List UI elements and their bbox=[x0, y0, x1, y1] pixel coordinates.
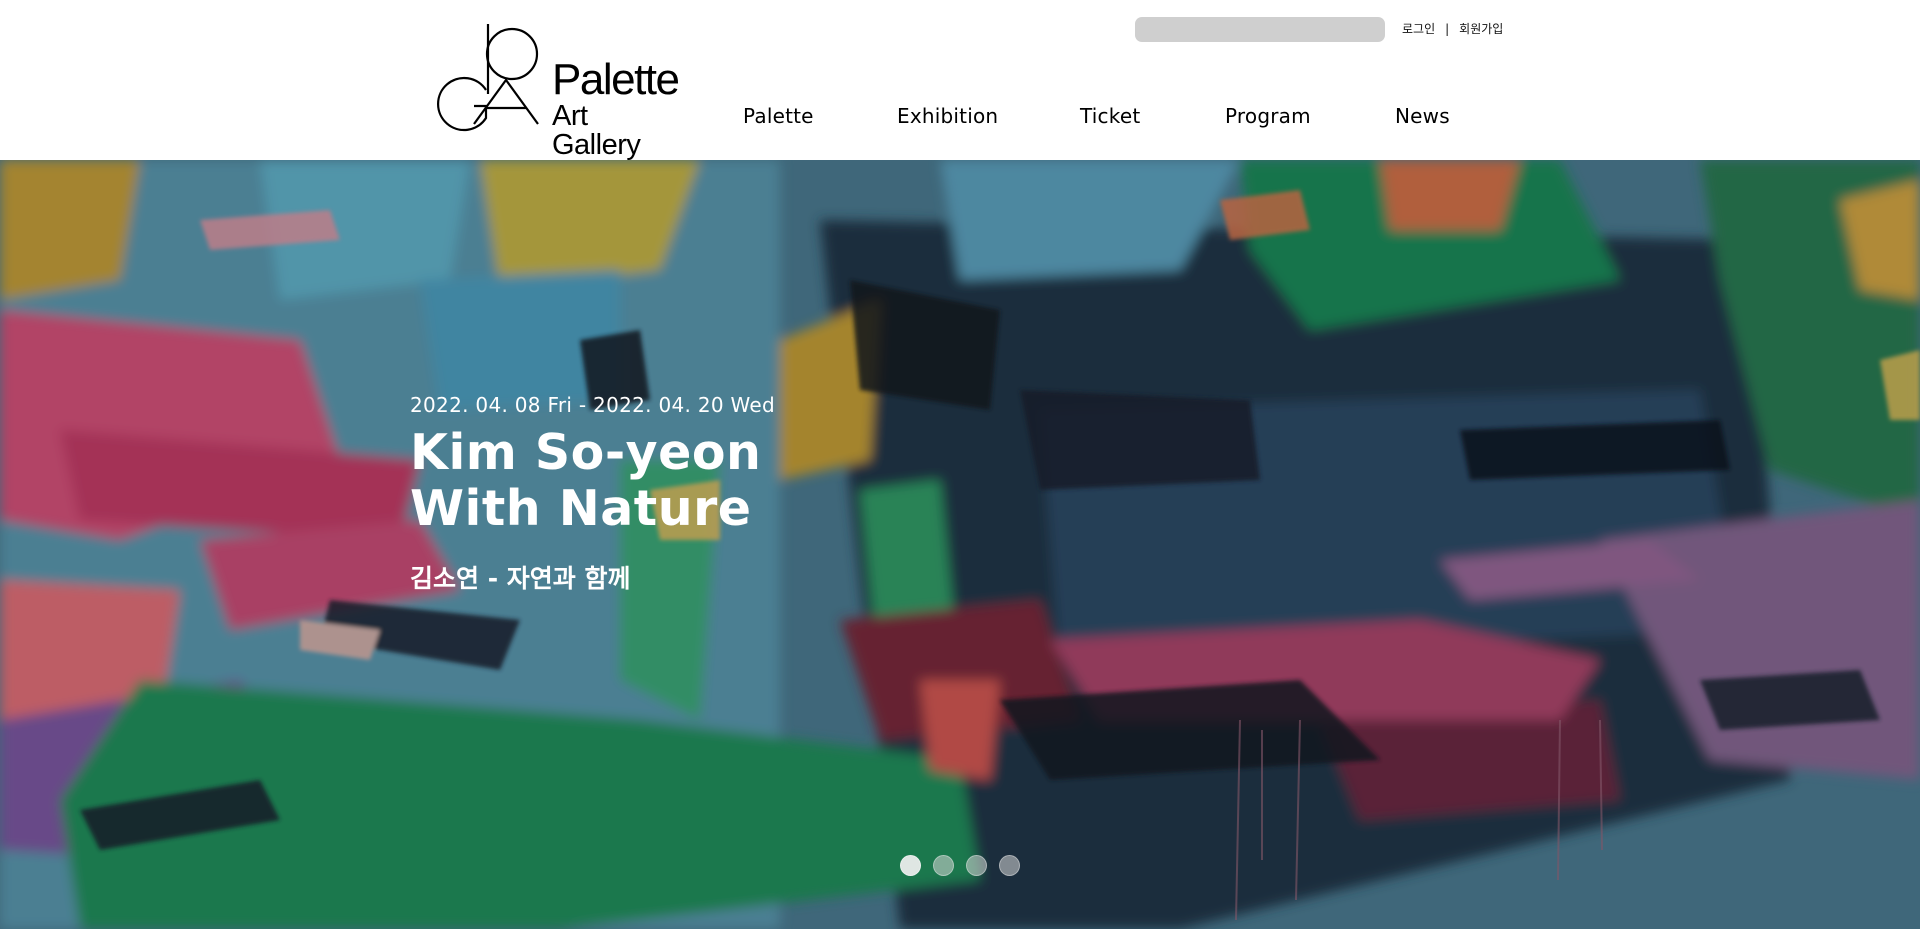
nav-item-exhibition[interactable]: Exhibition bbox=[897, 104, 998, 128]
hero-overlay bbox=[0, 160, 1920, 929]
exhibition-title-line2: With Nature bbox=[410, 480, 752, 537]
nav-item-ticket[interactable]: Ticket bbox=[1080, 104, 1140, 128]
search-input[interactable] bbox=[1135, 17, 1385, 42]
monogram-logo-icon bbox=[436, 24, 539, 132]
exhibition-subtitle-korean: 김소연 - 자연과 함께 bbox=[410, 564, 631, 593]
user-links: 로그인 | 회원가입 bbox=[1402, 20, 1503, 37]
nav-item-news[interactable]: News bbox=[1395, 104, 1450, 128]
exhibition-dates: 2022. 04. 08 Fri - 2022. 04. 20 Wed bbox=[410, 393, 776, 417]
slider-dot-2[interactable] bbox=[933, 855, 954, 876]
util-separator: | bbox=[1445, 21, 1450, 36]
nav-item-palette[interactable]: Palette bbox=[743, 104, 814, 128]
hero-banner: 2022. 04. 08 Fri - 2022. 04. 20 Wed Kim … bbox=[0, 160, 1920, 929]
hero-caption: 2022. 04. 08 Fri - 2022. 04. 20 Wed Kim … bbox=[410, 393, 775, 595]
slider-dot-1[interactable] bbox=[900, 855, 921, 876]
slider-pagination bbox=[900, 855, 1020, 876]
nav-item-program[interactable]: Program bbox=[1225, 104, 1311, 128]
site-logo[interactable]: Palette Art Gallery bbox=[426, 22, 682, 160]
slider-dot-3[interactable] bbox=[966, 855, 987, 876]
login-link[interactable]: 로그인 bbox=[1402, 20, 1435, 37]
exhibition-title-line1: Kim So-yeon bbox=[410, 424, 762, 481]
logo-wordmark-palette: Palette bbox=[552, 55, 680, 104]
slider-dot-4[interactable] bbox=[999, 855, 1020, 876]
logo-wordmark-art-gallery: Art Gallery bbox=[552, 100, 641, 161]
site-header: Palette Art Gallery 로그인 | 회원가입 Palette E… bbox=[0, 0, 1920, 160]
exhibition-title: Kim So-yeon With Nature bbox=[410, 425, 775, 537]
signup-link[interactable]: 회원가입 bbox=[1459, 20, 1503, 37]
